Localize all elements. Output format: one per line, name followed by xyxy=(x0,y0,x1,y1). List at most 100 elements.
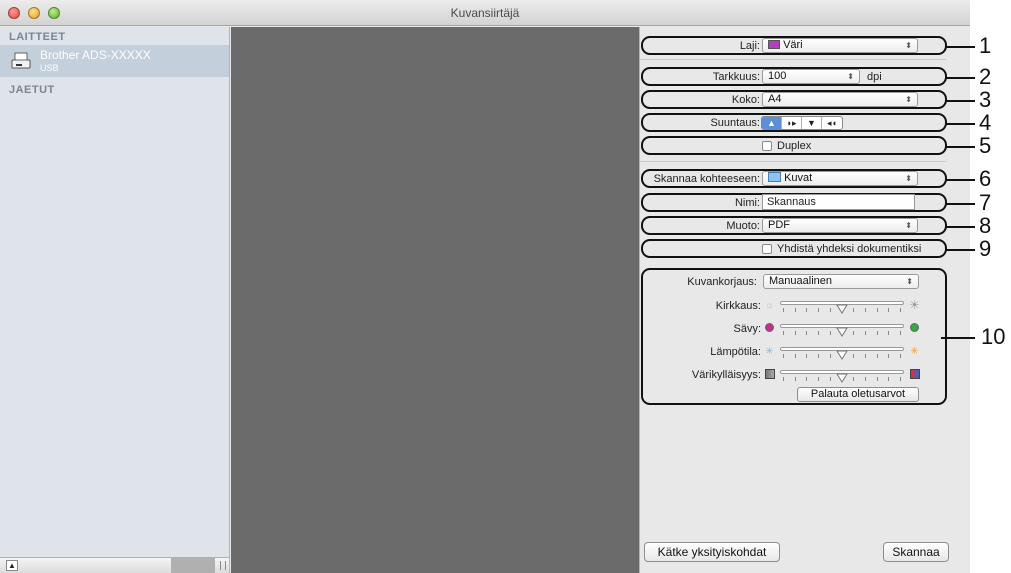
reset-defaults-button[interactable]: Palauta oletusarvot xyxy=(797,387,919,402)
callout-line xyxy=(945,249,975,251)
hide-details-button[interactable]: Kätke yksityiskohdat xyxy=(644,542,780,562)
callout-number-6: 6 xyxy=(979,166,992,191)
size-label: Koko: xyxy=(731,94,760,106)
cool-temperature-icon: ✳ xyxy=(765,346,774,357)
tint-slider-thumb[interactable] xyxy=(836,327,848,337)
scan-preview-area[interactable] xyxy=(231,27,639,573)
orientation-row: Suuntaus: ▲ ◗▸ ▼ ◂◖ xyxy=(640,113,950,133)
callout-line xyxy=(945,100,975,102)
format-row: Muoto: PDF ⬍ xyxy=(640,216,950,236)
orientation-landscape-right-icon[interactable]: ◂◖ xyxy=(822,117,842,129)
callout-line xyxy=(941,337,975,339)
device-connection: USB xyxy=(40,63,59,73)
title-bar: Kuvansiirtäjä xyxy=(0,0,970,26)
format-value: PDF xyxy=(768,219,790,231)
temperature-slider-thumb[interactable] xyxy=(836,350,848,360)
duplex-row: Duplex xyxy=(640,136,950,156)
callout-line xyxy=(945,46,975,48)
destination-popup[interactable]: Kuvat ⬍ xyxy=(762,171,918,186)
popup-arrows-icon: ⬍ xyxy=(905,41,912,50)
warm-temperature-icon: ✳ xyxy=(910,346,919,357)
brightness-label: Kirkkaus: xyxy=(715,300,761,312)
popup-arrows-icon: ⬍ xyxy=(906,277,913,286)
scroll-thumb[interactable] xyxy=(171,558,215,573)
size-popup[interactable]: A4 ⬍ xyxy=(762,92,918,107)
name-row: Nimi: Skannaus xyxy=(640,193,950,213)
orientation-upside-down-icon[interactable]: ▼ xyxy=(802,117,822,129)
magenta-dot-icon xyxy=(764,323,775,334)
callout-line xyxy=(945,146,975,148)
callout-number-9: 9 xyxy=(979,236,992,261)
name-input[interactable]: Skannaus xyxy=(762,194,915,210)
orientation-segmented-control[interactable]: ▲ ◗▸ ▼ ◂◖ xyxy=(761,116,843,130)
window-title: Kuvansiirtäjä xyxy=(450,6,520,20)
resolution-value: 100 xyxy=(768,70,787,82)
scan-button[interactable]: Skannaa xyxy=(883,542,949,562)
resolution-unit: dpi xyxy=(867,71,882,83)
correction-popup[interactable]: Manuaalinen ⬍ xyxy=(763,274,919,289)
size-value: A4 xyxy=(768,93,782,105)
resize-grip-icon[interactable] xyxy=(220,561,226,570)
sidebar-scrollbar[interactable]: ▲ xyxy=(0,557,229,573)
device-name: Brother ADS-XXXXX xyxy=(40,48,151,62)
callout-number-1: 1 xyxy=(979,33,992,58)
combine-label: Yhdistä yhdeksi dokumentiksi xyxy=(777,243,922,255)
orientation-label: Suuntaus: xyxy=(710,117,760,129)
image-correction-group: Kuvankorjaus: Manuaalinen ⬍ Kirkkaus: ☼ … xyxy=(641,268,947,405)
brightness-low-icon: ☼ xyxy=(764,300,775,311)
popup-arrows-icon: ⬍ xyxy=(905,95,912,104)
kind-popup[interactable]: Väri ⬍ xyxy=(762,38,918,53)
saturation-slider-row: Värikylläisyys: xyxy=(643,366,949,386)
callout-line xyxy=(945,226,975,228)
sidebar: LAITTEET Brother ADS-XXXXX USB JAETUT ▲ xyxy=(0,27,230,573)
temperature-slider-row: Lämpötila: ✳ ✳ xyxy=(643,343,949,363)
saturation-slider-thumb[interactable] xyxy=(836,373,848,383)
format-label: Muoto: xyxy=(726,220,760,232)
tint-label: Sävy: xyxy=(733,323,761,335)
scan-settings-panel: Laji: Väri ⬍ Tarkkuus: 100 ⬍ dpi Koko: A… xyxy=(639,27,970,573)
callout-number-5: 5 xyxy=(979,133,992,158)
import-icon[interactable]: ▲ xyxy=(6,560,18,571)
image-capture-window: Kuvansiirtäjä LAITTEET Brother ADS-XXXXX… xyxy=(0,0,970,573)
saturation-label: Värikylläisyys: xyxy=(691,369,761,381)
tint-slider-row: Sävy: xyxy=(643,320,949,340)
divider xyxy=(640,161,946,162)
brightness-high-icon: ☀ xyxy=(909,298,920,312)
brightness-slider-thumb[interactable] xyxy=(836,304,848,314)
size-row: Koko: A4 ⬍ xyxy=(640,90,950,110)
name-label: Nimi: xyxy=(734,197,760,209)
duplex-label: Duplex xyxy=(777,140,812,152)
green-dot-icon xyxy=(909,323,920,334)
devices-section-header: LAITTEET xyxy=(9,31,66,43)
divider xyxy=(640,59,946,60)
callout-line xyxy=(945,123,975,125)
combine-checkbox[interactable] xyxy=(762,244,772,254)
destination-value: Kuvat xyxy=(784,172,813,184)
temperature-label: Lämpötila: xyxy=(710,346,761,358)
duplex-checkbox[interactable] xyxy=(762,141,772,151)
correction-value: Manuaalinen xyxy=(769,275,832,287)
popup-arrows-icon: ⬍ xyxy=(905,221,912,230)
callout-line xyxy=(945,203,975,205)
format-popup[interactable]: PDF ⬍ xyxy=(762,218,918,233)
resolution-row: Tarkkuus: 100 ⬍ dpi xyxy=(640,67,950,87)
orientation-landscape-left-icon[interactable]: ◗▸ xyxy=(782,117,802,129)
destination-row: Skannaa kohteeseen: Kuvat ⬍ xyxy=(640,169,950,189)
shared-section-header: JAETUT xyxy=(9,84,55,96)
callout-line xyxy=(945,179,975,181)
sidebar-item-scanner[interactable]: Brother ADS-XXXXX USB xyxy=(0,45,229,77)
high-saturation-icon xyxy=(909,369,920,380)
brightness-slider-row: Kirkkaus: ☼ ☀ xyxy=(643,297,949,317)
resolution-label: Tarkkuus: xyxy=(712,71,760,83)
orientation-portrait-icon[interactable]: ▲ xyxy=(762,117,782,129)
callout-line xyxy=(945,77,975,79)
resolution-popup[interactable]: 100 ⬍ xyxy=(762,69,860,84)
kind-value: Väri xyxy=(783,39,803,51)
color-swatch-icon xyxy=(768,40,780,49)
combine-row: Yhdistä yhdeksi dokumentiksi xyxy=(640,239,950,259)
pictures-folder-icon xyxy=(768,172,781,182)
callout-number-10: 10 xyxy=(981,324,1006,349)
destination-label: Skannaa kohteeseen: xyxy=(653,173,760,185)
popup-arrows-icon: ⬍ xyxy=(847,72,854,81)
kind-label: Laji: xyxy=(739,40,760,52)
